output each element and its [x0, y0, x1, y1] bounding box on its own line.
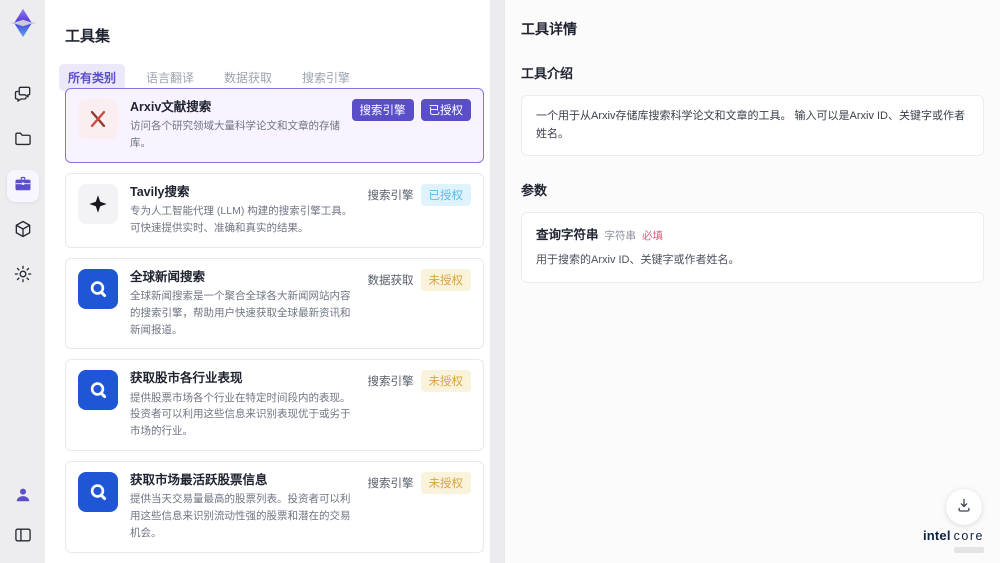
tool-category-tag: 搜索引擎 — [367, 189, 414, 202]
parameter-type: 字符串 — [604, 230, 637, 243]
category-tabs: 所有类别 语言翻译 数据获取 搜索引擎 — [59, 64, 490, 91]
main-area: 工具集 所有类别 语言翻译 数据获取 搜索引擎 Arxiv文献搜索 访问各个研究领域大… — [45, 0, 1000, 563]
tool-description: 全球新闻搜索是一个聚合全球各大新闻网站内容的搜索引擎，帮助用户快速获取全球最新资… — [130, 289, 351, 336]
page-title: 工具集 — [65, 28, 111, 45]
tavily-icon — [78, 183, 118, 224]
app-logo-icon — [6, 6, 40, 40]
tool-list-item[interactable]: 获取市场最活跃股票信息 提供当天交易量最高的股票列表。投资者可以利用这些信息来识… — [65, 460, 484, 553]
intel-wordmark: intel — [922, 528, 951, 543]
tool-auth-badge: 未授权 — [420, 268, 471, 291]
tool-name: 获取股市各行业表现 — [130, 371, 243, 386]
sidebar — [0, 0, 45, 563]
detail-title: 工具详情 — [521, 21, 577, 37]
sidebar-item-chat[interactable] — [7, 80, 39, 112]
tool-list-item[interactable]: Tavily搜索 专为人工智能代理 (LLM) 构建的搜索引擎工具。可快速提供实… — [65, 172, 484, 248]
tool-list-panel: 工具集 所有类别 语言翻译 数据获取 搜索引擎 Arxiv文献搜索 访问各个研究领域大… — [45, 0, 490, 563]
arxiv-icon — [78, 99, 118, 139]
tool-auth-badge: 已授权 — [420, 99, 471, 121]
parameter-box: 查询字符串 字符串 必填 用于搜索的Arxiv ID、关键字或作者姓名。 — [521, 212, 984, 283]
params-heading: 参数 — [521, 183, 548, 199]
sidebar-item-tools[interactable] — [6, 170, 39, 202]
user-icon — [13, 485, 33, 510]
panel-divider — [490, 0, 505, 563]
tool-intro-box: 一个用于从Arxiv存储库搜索科学论文和文章的工具。 输入可以是Arxiv ID… — [521, 95, 984, 157]
sidebar-item-files[interactable] — [7, 125, 39, 157]
qsearch-icon — [78, 471, 118, 512]
parameter-required-badge: 必填 — [642, 230, 664, 243]
sidebar-item-collapse-panel[interactable] — [7, 521, 39, 553]
intel-ultra-mark — [954, 547, 984, 553]
download-button[interactable] — [946, 489, 982, 525]
qsearch-icon — [78, 268, 118, 309]
tab-category-2[interactable]: 数据获取 — [215, 64, 281, 91]
toolbox-icon — [13, 174, 33, 199]
sidebar-item-account[interactable] — [7, 481, 39, 513]
tab-category-3[interactable]: 搜索引擎 — [293, 64, 359, 91]
tool-name: 获取市场最活跃股票信息 — [130, 472, 268, 487]
tool-category-tag: 搜索引擎 — [367, 376, 414, 389]
intro-heading: 工具介绍 — [521, 66, 574, 81]
tool-name: Arxiv文献搜索 — [130, 100, 212, 114]
cube-icon — [13, 219, 33, 244]
tool-category-tag: 搜索引擎 — [367, 477, 414, 490]
folder-icon — [13, 129, 33, 154]
tool-intro-text: 一个用于从Arxiv存储库搜索科学论文和文章的工具。 输入可以是Arxiv ID… — [536, 110, 965, 140]
tool-list-item[interactable]: 全球新闻搜索 全球新闻搜索是一个聚合全球各大新闻网站内容的搜索引擎，帮助用户快速… — [65, 257, 484, 350]
tool-list[interactable]: Arxiv文献搜索 访问各个研究领域大量科学论文和文章的存储库。 搜索引擎 已授… — [65, 88, 488, 563]
parameter-name: 查询字符串 — [536, 228, 599, 243]
tool-description: 专为人工智能代理 (LLM) 构建的搜索引擎工具。可快速提供实时、准确和真实的结… — [130, 205, 353, 234]
tool-list-item[interactable]: Arxiv文献搜索 访问各个研究领域大量科学论文和文章的存储库。 搜索引擎 已授… — [65, 88, 484, 163]
tool-auth-badge: 未授权 — [420, 471, 471, 494]
tool-auth-badge: 已授权 — [420, 183, 471, 206]
download-icon — [955, 496, 973, 519]
intel-core-logo: intel core — [923, 527, 984, 553]
tool-description: 访问各个研究领域大量科学论文和文章的存储库。 — [130, 120, 340, 150]
tab-category-0[interactable]: 所有类别 — [59, 64, 126, 91]
tool-name: Tavily搜索 — [130, 184, 190, 199]
tool-description: 提供股票市场各个行业在特定时间段内的表现。投资者可以利用这些信息来识别表现优于或… — [130, 391, 351, 438]
gear-icon — [13, 264, 33, 289]
chat-icon — [13, 84, 33, 109]
tool-category-tag: 数据获取 — [367, 274, 414, 287]
tool-detail-panel: 工具详情 工具介绍 一个用于从Arxiv存储库搜索科学论文和文章的工具。 输入可… — [505, 0, 1000, 563]
panel-layout-icon — [13, 525, 33, 550]
sidebar-item-settings[interactable] — [7, 260, 39, 292]
tool-name: 全球新闻搜索 — [130, 269, 206, 284]
tab-category-1[interactable]: 语言翻译 — [137, 64, 203, 91]
tool-auth-badge: 未授权 — [420, 370, 471, 393]
tool-category-tag: 搜索引擎 — [351, 99, 414, 121]
qsearch-icon — [78, 370, 118, 411]
sidebar-item-plugins[interactable] — [7, 215, 39, 247]
parameter-description: 用于搜索的Arxiv ID、关键字或作者姓名。 — [536, 254, 740, 267]
core-wordmark: core — [953, 529, 984, 543]
tool-list-item[interactable]: 获取股市各行业表现 提供股票市场各个行业在特定时间段内的表现。投资者可以利用这些… — [65, 359, 484, 451]
tool-description: 提供当天交易量最高的股票列表。投资者可以利用这些信息来识别流动性强的股票和潜在的… — [130, 493, 351, 539]
